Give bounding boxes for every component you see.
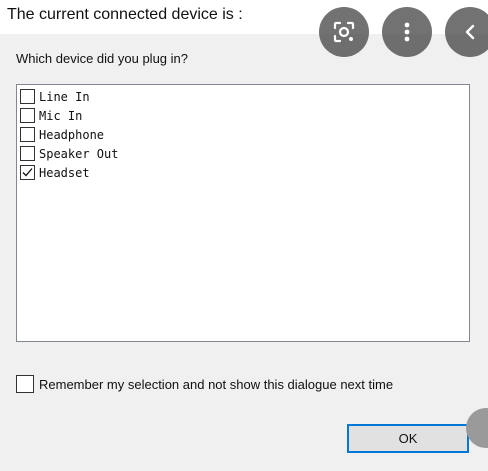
device-list: Line In Mic In Headphone Speaker Out Hea…	[16, 84, 470, 342]
checkmark-icon	[22, 168, 33, 177]
device-question: Which device did you plug in?	[16, 51, 188, 66]
side-tab-handle[interactable]	[466, 408, 488, 448]
list-item-mic-in[interactable]: Mic In	[20, 107, 82, 124]
lens-button[interactable]	[319, 7, 369, 57]
device-dialog: The current connected device is : Which …	[0, 0, 488, 471]
headset-checkbox[interactable]	[20, 165, 35, 180]
remember-label: Remember my selection and not show this …	[39, 376, 394, 392]
list-item-line-in[interactable]: Line In	[20, 88, 90, 105]
line-in-checkbox[interactable]	[20, 89, 35, 104]
mic-in-checkbox[interactable]	[20, 108, 35, 123]
chevron-left-icon	[465, 24, 475, 40]
remember-checkbox[interactable]	[16, 375, 34, 393]
speaker-out-label: Speaker Out	[39, 146, 119, 161]
dialog-title: The current connected device is :	[7, 6, 243, 23]
speaker-out-checkbox[interactable]	[20, 146, 35, 161]
ok-button[interactable]: OK	[347, 424, 469, 453]
headphone-label: Headphone	[39, 127, 105, 142]
more-options-button[interactable]	[382, 7, 432, 57]
list-item-headphone[interactable]: Headphone	[20, 126, 104, 143]
mic-in-label: Mic In	[39, 108, 83, 123]
remember-selection[interactable]: Remember my selection and not show this …	[16, 375, 393, 393]
headphone-checkbox[interactable]	[20, 127, 35, 142]
list-item-speaker-out[interactable]: Speaker Out	[20, 145, 118, 162]
line-in-label: Line In	[39, 89, 90, 104]
lens-icon	[333, 21, 355, 43]
headset-label: Headset	[39, 165, 90, 180]
more-vert-icon	[404, 22, 410, 42]
list-item-headset[interactable]: Headset	[20, 164, 90, 181]
collapse-button[interactable]	[445, 7, 488, 57]
